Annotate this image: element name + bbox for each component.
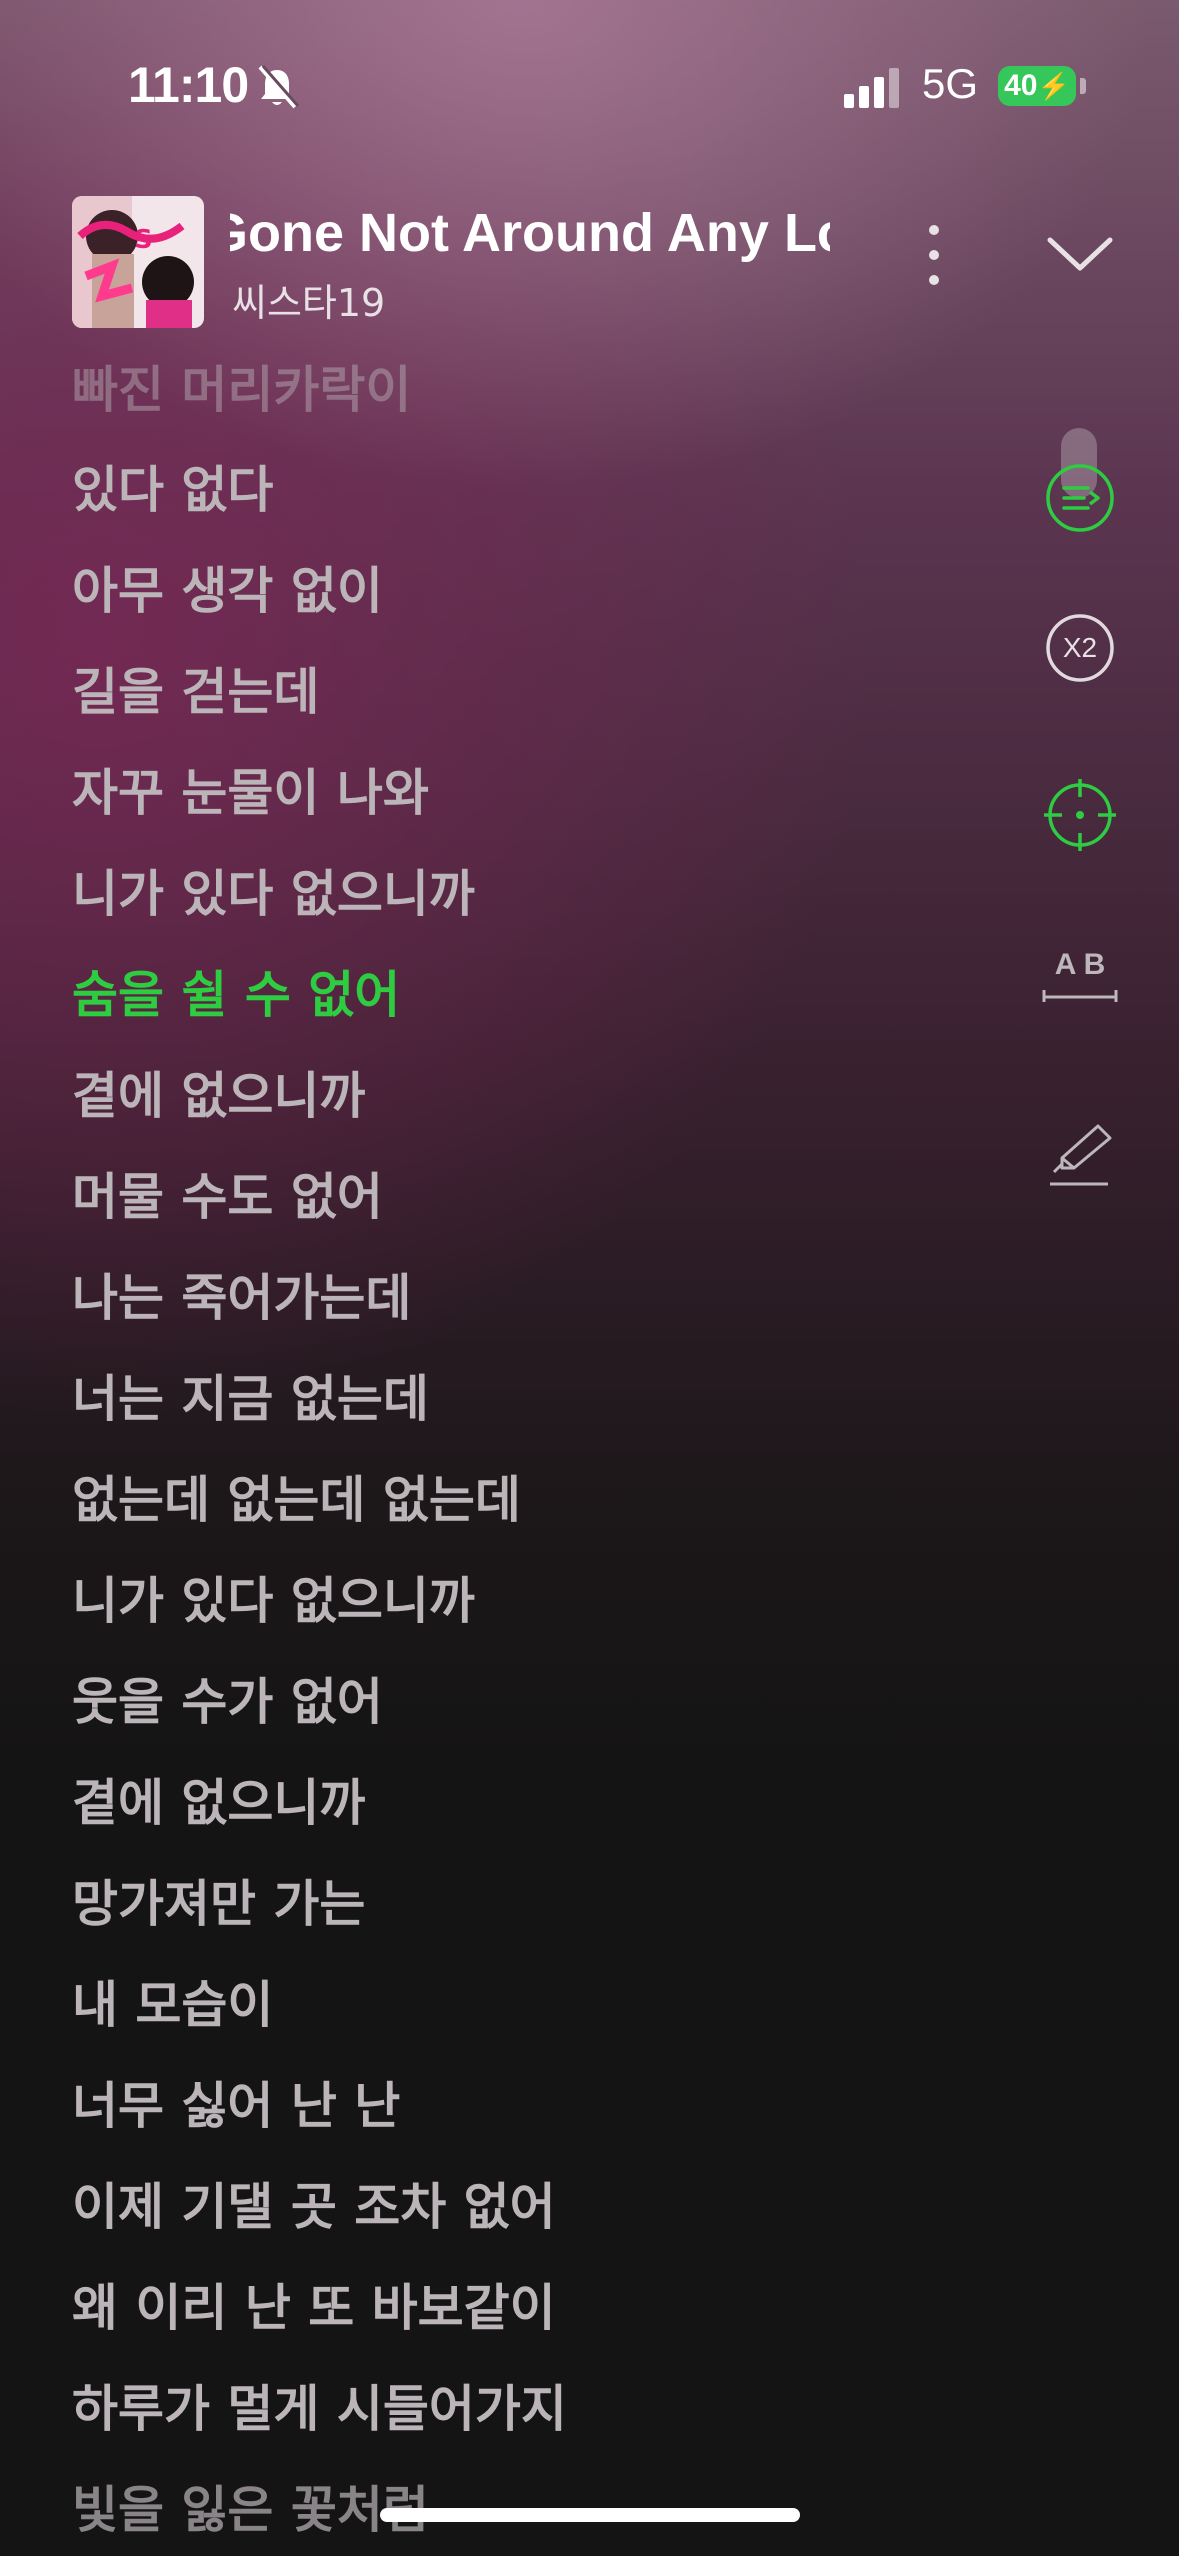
lyric-line[interactable]: 하루가 멀게 시들어가지	[72, 2369, 567, 2441]
battery-level: 40	[1004, 69, 1038, 102]
home-indicator[interactable]	[380, 2508, 800, 2522]
lyric-line[interactable]: 곁에 없으니까	[72, 1763, 365, 1835]
lyric-line[interactable]: 내 모습이	[72, 1965, 273, 2037]
lyric-line[interactable]: 자꾸 눈물이 나와	[72, 753, 429, 825]
highlighter-pen-icon[interactable]	[1040, 1112, 1120, 1192]
song-title: Gone Not Around Any Longer	[230, 203, 830, 263]
svg-text:S: S	[134, 225, 153, 255]
speed-button[interactable]: X2	[1040, 608, 1120, 688]
album-art-image: S	[72, 196, 204, 328]
queue-icon[interactable]	[1040, 458, 1120, 538]
lyric-line-active[interactable]: 숨을 쉴 수 없어	[72, 955, 400, 1027]
lyric-line[interactable]: 곁에 없으니까	[72, 1056, 365, 1128]
lyric-line[interactable]: 웃을 수가 없어	[72, 1662, 383, 1734]
lyric-line[interactable]: 이제 기댈 곳 조차 없어	[72, 2167, 556, 2239]
lyric-line[interactable]: 있다 없다	[72, 450, 273, 522]
lyric-line[interactable]: 길을 걷는데	[72, 652, 319, 724]
player-header: S Gone Not Around Any Longer 씨스타19	[0, 180, 1179, 340]
status-bar: 11:10 5G 40 ⚡	[0, 0, 1179, 170]
sync-target-icon[interactable]	[1040, 775, 1120, 855]
lyric-line[interactable]: 없는데 없는데 없는데	[72, 1460, 521, 1532]
lyric-line[interactable]: 빛을 잃은 꽃처럼	[72, 2470, 429, 2540]
lyric-line[interactable]: 너는 지금 없는데	[72, 1359, 429, 1431]
album-cover[interactable]: S	[72, 196, 204, 328]
lyric-line[interactable]: 머물 수도 없어	[72, 1157, 383, 1229]
lyric-line[interactable]: 아무 생각 없이	[72, 551, 383, 623]
cellular-signal-icon	[844, 68, 899, 108]
charging-bolt-icon: ⚡	[1037, 70, 1070, 101]
ruler-underline-icon	[1042, 990, 1118, 1002]
lyric-line[interactable]: 니가 있다 없으니까	[72, 854, 475, 926]
battery-indicator: 40 ⚡	[998, 66, 1076, 106]
status-time: 11:10	[128, 57, 249, 113]
lyric-line[interactable]: 니가 있다 없으니까	[72, 1561, 475, 1633]
chevron-down-icon[interactable]	[1040, 228, 1120, 282]
translate-button[interactable]: A B	[1040, 942, 1120, 1022]
song-title-marquee: Gone Not Around Any Longer	[230, 202, 830, 272]
lyric-line[interactable]: 빠진 머리카락이	[72, 350, 411, 422]
lyric-line[interactable]: 나는 죽어가는데	[72, 1258, 411, 1330]
bell-muted-icon	[258, 65, 299, 109]
lyric-line[interactable]: 망가져만 가는	[72, 1864, 365, 1936]
lyric-line[interactable]: 왜 이리 난 또 바보같이	[72, 2268, 556, 2340]
more-options-icon[interactable]	[912, 220, 956, 290]
network-type: 5G	[922, 60, 979, 107]
artist-name[interactable]: 씨스타19	[232, 272, 385, 327]
battery-tip	[1080, 78, 1086, 94]
lyrics-list[interactable]: 빠진 머리카락이 있다 없다 아무 생각 없이 길을 걷는데 자꾸 눈물이 나와…	[72, 340, 1012, 2540]
lyric-line[interactable]: 너무 싫어 난 난	[72, 2066, 400, 2138]
speed-label: X2	[1062, 632, 1098, 663]
